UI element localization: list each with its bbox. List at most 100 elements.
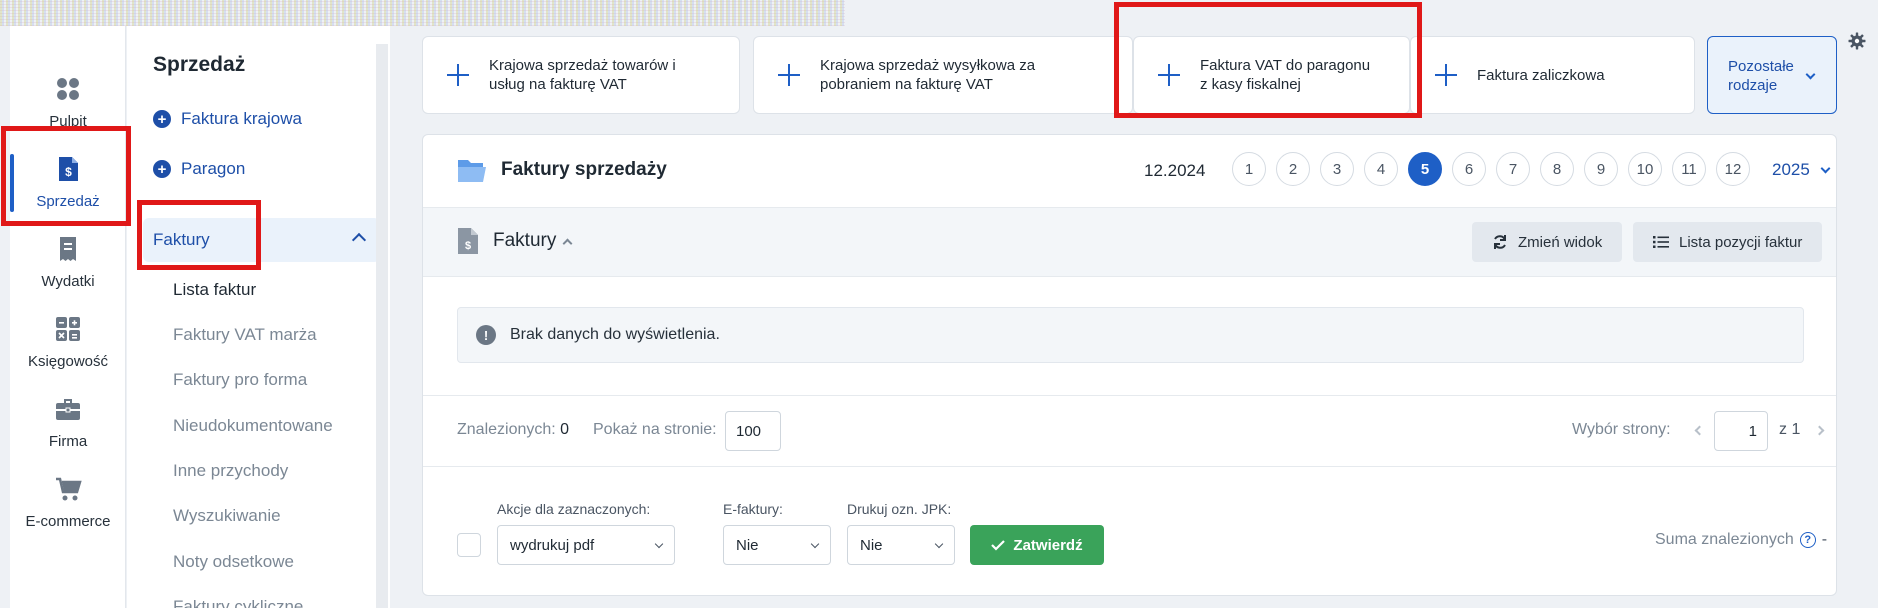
refresh-icon — [1494, 235, 1506, 249]
nav-label: Księgowość — [27, 352, 109, 370]
other-types-dropdown[interactable]: Pozostałe rodzaje — [1707, 36, 1837, 114]
empty-state-alert: ! Brak danych do wyświetlenia. — [457, 307, 1804, 363]
qa-line1: Faktura zaliczkowa — [1477, 66, 1605, 84]
nav-label: Sprzedaż — [36, 192, 100, 210]
month-selector: 1 2 3 4 5 6 7 8 9 10 11 12 — [1232, 152, 1750, 186]
qa-line2: usług na fakturę VAT — [489, 76, 627, 93]
einvoice-select[interactable]: Nie — [723, 525, 831, 565]
quick-action-cod-vat[interactable]: Krajowa sprzedaż wysyłkowa za pobraniem n… — [753, 36, 1133, 114]
month-button[interactable]: 4 — [1364, 152, 1398, 186]
section-toolbar: $ Faktury Zmień widok Lista pozycji fakt… — [423, 207, 1836, 277]
found-count: Znalezionych: 0 — [457, 421, 569, 439]
month-button[interactable]: 7 — [1496, 152, 1530, 186]
gear-icon[interactable] — [1848, 32, 1866, 50]
document-dollar-icon: $ — [458, 228, 478, 254]
submenu-link-interest-notes[interactable]: Noty odsetkowe — [173, 552, 294, 572]
month-button[interactable]: 6 — [1452, 152, 1486, 186]
found-value: 0 — [560, 421, 570, 438]
checkmark-icon — [991, 540, 1006, 551]
dashboard-icon — [57, 77, 79, 100]
invoice-items-list-button[interactable]: Lista pozycji faktur — [1633, 222, 1823, 262]
submenu-link-invoice-list[interactable]: Lista faktur — [173, 280, 256, 300]
group-label: Faktury — [153, 230, 210, 249]
more-line1: Pozostałe — [1728, 58, 1794, 75]
submenu-link-recurring[interactable]: Faktury cykliczne — [173, 597, 303, 608]
per-page-input[interactable] — [725, 411, 781, 451]
plus-icon — [447, 64, 469, 86]
empty-message: Brak danych do wyświetlenia. — [510, 326, 720, 343]
month-button[interactable]: 8 — [1540, 152, 1574, 186]
qa-line2: pobraniem na fakturę VAT — [820, 76, 993, 93]
main-nav-rail: Pulpit $ Sprzedaż Wydatki Księgowość Fir… — [10, 26, 126, 608]
qa-line1: Krajowa sprzedaż wysyłkowa za — [820, 57, 1036, 74]
sum-label: Suma znalezionych — [1655, 531, 1794, 548]
bulk-action-select[interactable]: wydrukuj pdf — [497, 525, 675, 565]
sales-invoices-panel: Faktury sprzedaży 12.2024 1 2 3 4 5 6 7 … — [422, 134, 1837, 596]
select-all-checkbox[interactable] — [457, 533, 481, 557]
jpk-select[interactable]: Nie — [847, 525, 955, 565]
chevron-down-icon — [934, 539, 944, 549]
quick-action-vat-for-receipt[interactable]: Faktura VAT do paragonu z kasy fiskalnej — [1133, 36, 1410, 114]
month-button-active[interactable]: 5 — [1408, 152, 1442, 186]
month-button[interactable]: 11 — [1672, 152, 1706, 186]
sales-submenu: Sprzedaż + Faktura krajowa + Paragon Fak… — [127, 26, 390, 608]
nav-ksiegowosc[interactable]: Księgowość — [10, 296, 126, 388]
select-value: wydrukuj pdf — [510, 536, 595, 554]
month-button[interactable]: 3 — [1320, 152, 1354, 186]
qa-line1: Krajowa sprzedaż towarów i — [489, 57, 676, 74]
submenu-link-other-income[interactable]: Inne przychody — [173, 461, 288, 481]
page-of-label: z — [1779, 421, 1787, 438]
nav-ecommerce[interactable]: E-commerce — [10, 456, 126, 548]
panel-header: Faktury sprzedaży 12.2024 1 2 3 4 5 6 7 … — [423, 135, 1836, 207]
month-button[interactable]: 12 — [1716, 152, 1750, 186]
month-button[interactable]: 1 — [1232, 152, 1266, 186]
nav-wydatki[interactable]: Wydatki — [10, 216, 126, 308]
top-noise-strip — [0, 0, 845, 26]
submenu-link-undocumented[interactable]: Nieudokumentowane — [173, 416, 333, 436]
month-button[interactable]: 9 — [1584, 152, 1618, 186]
quick-action-advance-invoice[interactable]: Faktura zaliczkowa — [1410, 36, 1695, 114]
new-domestic-invoice-link[interactable]: + Faktura krajowa — [153, 109, 302, 129]
nav-label: Firma — [48, 432, 88, 450]
change-view-button[interactable]: Zmień widok — [1472, 222, 1623, 262]
bulk-actions-bar: Akcje dla zaznaczonych: wydrukuj pdf E-f… — [423, 467, 1836, 595]
page-total: z 1 — [1779, 421, 1800, 439]
invoices-group-toggle[interactable]: Faktury — [143, 218, 380, 262]
month-button[interactable]: 2 — [1276, 152, 1310, 186]
plus-circle-icon: + — [153, 110, 171, 128]
svg-text:$: $ — [65, 165, 72, 179]
select-value: Nie — [860, 536, 883, 554]
help-icon[interactable]: ? — [1799, 532, 1816, 548]
svg-text:$: $ — [465, 240, 471, 252]
submenu-link-pro-forma[interactable]: Faktury pro forma — [173, 370, 307, 390]
plus-icon — [1435, 64, 1457, 86]
chevron-left-icon[interactable] — [1694, 425, 1705, 436]
receipt-icon — [60, 236, 76, 261]
submenu-link-search[interactable]: Wyszukiwanie — [173, 506, 281, 526]
confirm-button[interactable]: Zatwierdź — [970, 525, 1104, 565]
action-label: Faktura krajowa — [181, 109, 302, 128]
year-selector[interactable]: 2025 — [1772, 160, 1831, 180]
new-receipt-link[interactable]: + Paragon — [153, 159, 245, 179]
section-title-toggle[interactable]: Faktury — [493, 230, 573, 252]
qa-line1: Faktura VAT do paragonu — [1200, 57, 1371, 74]
submenu-scrollbar[interactable] — [376, 44, 388, 608]
page-number-input[interactable] — [1714, 411, 1768, 451]
month-button[interactable]: 10 — [1628, 152, 1662, 186]
action-label: Paragon — [181, 159, 246, 178]
page-select-label: Wybór strony: — [1572, 421, 1671, 438]
briefcase-icon — [56, 398, 80, 420]
calculator-icon — [56, 316, 80, 341]
button-label: Lista pozycji faktur — [1679, 233, 1803, 251]
chevron-right-icon[interactable] — [1814, 425, 1825, 436]
page-title: Faktury sprzedaży — [501, 159, 667, 180]
nav-firma[interactable]: Firma — [10, 376, 126, 468]
chevron-down-icon — [810, 539, 820, 549]
quick-action-domestic-vat[interactable]: Krajowa sprzedaż towarów i usług na faktu… — [422, 36, 740, 114]
exclamation-icon: ! — [476, 325, 496, 345]
nav-sprzedaz[interactable]: $ Sprzedaż — [10, 136, 126, 228]
plus-circle-icon: + — [153, 160, 171, 178]
bulk-action-label: Akcje dla zaznaczonych: — [497, 501, 651, 517]
submenu-link-vat-margin[interactable]: Faktury VAT marża — [173, 325, 317, 345]
nav-pulpit[interactable]: Pulpit — [10, 56, 126, 148]
